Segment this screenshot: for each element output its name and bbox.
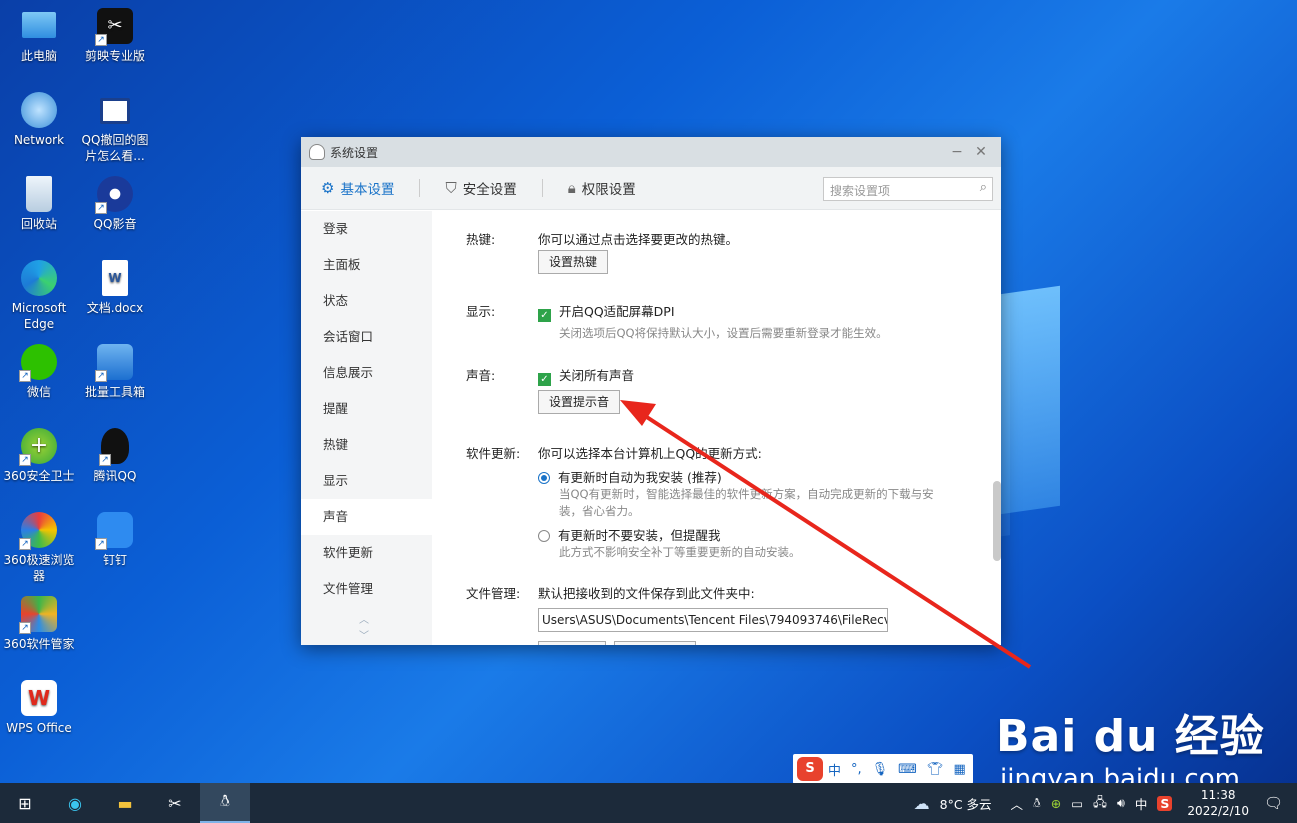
- edge-icon: ◉: [68, 793, 82, 813]
- sogou-tray-icon[interactable]: S: [1157, 795, 1173, 811]
- taskbar-capcut[interactable]: ✂: [150, 783, 200, 823]
- baidu-jingyan-watermark: Bai du 经验 jingyan.baidu.com: [996, 700, 1265, 794]
- skin-icon[interactable]: 👕︎: [927, 762, 944, 777]
- 360-tray-icon[interactable]: ⊕: [1051, 796, 1061, 811]
- clock-date: 2022/2/10: [1187, 804, 1249, 818]
- ime-mode[interactable]: 中: [828, 760, 841, 779]
- ime-toolbar[interactable]: S 中 °, 🎙︎ ⌨ 👕︎ ▦: [793, 754, 973, 784]
- chevron-up-icon[interactable]: ︿: [1011, 794, 1024, 813]
- taskbar-file-explorer[interactable]: ▬: [100, 783, 150, 823]
- clock[interactable]: 11:38 2022/2/10: [1187, 787, 1249, 819]
- ime-punctuation[interactable]: °,: [851, 762, 862, 777]
- folder-icon: ▬: [117, 793, 133, 813]
- windows-logo-icon: ⊞: [18, 793, 32, 813]
- network-tray-icon[interactable]: 🖧︎: [1093, 793, 1107, 814]
- apps-grid-icon[interactable]: ▦: [953, 762, 965, 777]
- qq-icon: 🐧︎: [220, 791, 230, 810]
- qq-tray-icon[interactable]: 🐧︎: [1033, 795, 1041, 812]
- notification-icon[interactable]: 🗨︎: [1264, 794, 1283, 812]
- cloud-icon: ☁: [913, 793, 930, 813]
- taskbar-qq[interactable]: 🐧︎: [200, 783, 250, 823]
- keyboard-icon[interactable]: ⌨: [898, 762, 917, 777]
- taskbar: ⊞ ◉ ▬ ✂ 🐧︎ ☁ 8°C 多云 ︿ 🐧︎ ⊕ ▭ 🖧︎ 🔊︎ 中 S 1…: [0, 783, 1297, 823]
- weather-text[interactable]: 8°C 多云: [940, 794, 992, 813]
- start-button[interactable]: ⊞: [0, 783, 50, 823]
- battery-icon[interactable]: ▭: [1071, 796, 1083, 811]
- system-tray: ☁ 8°C 多云 ︿ 🐧︎ ⊕ ▭ 🖧︎ 🔊︎ 中 S 11:38 2022/2…: [909, 783, 1297, 823]
- clock-time: 11:38: [1200, 788, 1236, 802]
- taskbar-edge[interactable]: ◉: [50, 783, 100, 823]
- sogou-logo-icon: S: [797, 757, 823, 781]
- watermark-brand: Bai du 经验: [996, 711, 1265, 762]
- volume-icon[interactable]: 🔊︎: [1117, 795, 1125, 811]
- ime-language[interactable]: 中: [1135, 794, 1148, 813]
- microphone-icon[interactable]: 🎙︎: [872, 762, 889, 777]
- capcut-icon: ✂: [168, 793, 182, 813]
